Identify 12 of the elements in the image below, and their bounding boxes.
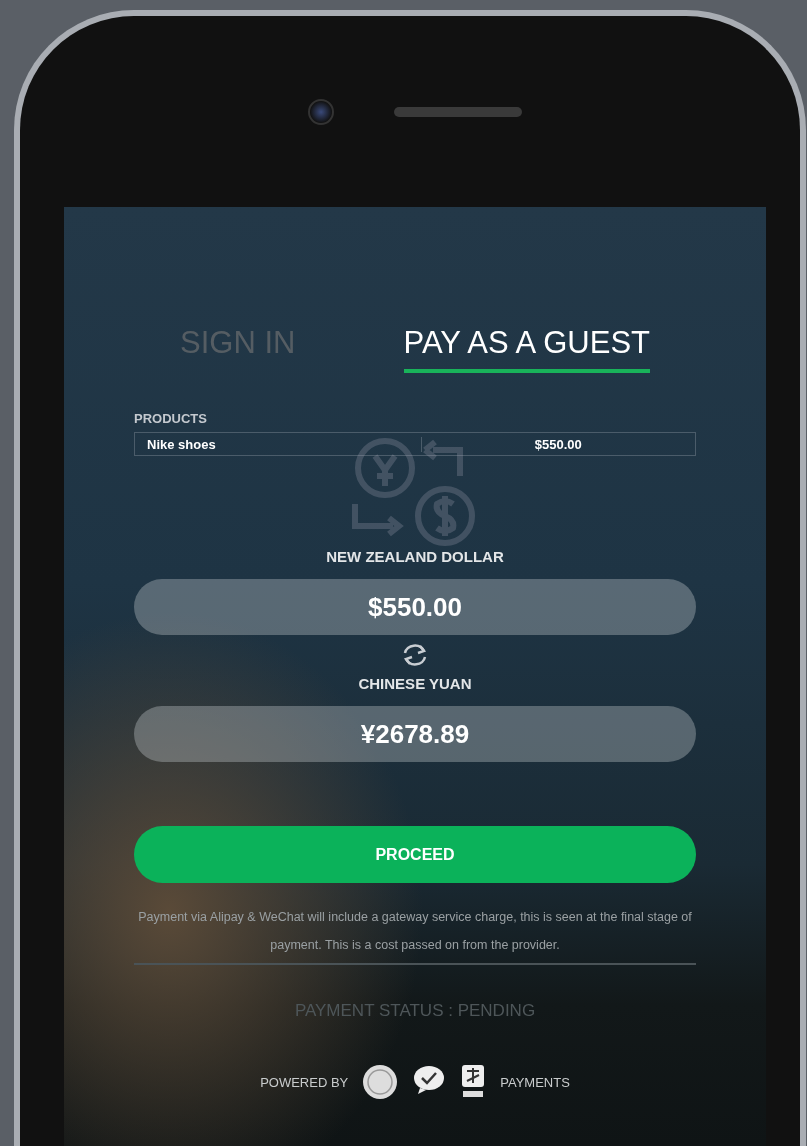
amount-field[interactable]: $550.00: [134, 579, 696, 635]
products-heading: PRODUCTS: [134, 411, 208, 426]
amount-field[interactable]: ¥2678.89: [134, 706, 696, 762]
currency-label: NEW ZEALAND DOLLAR: [325, 548, 505, 565]
product-price: $550.00: [420, 436, 695, 452]
gateway-charge-note: Payment via Alipay & WeChat will include a gateway service charge, this is seen at the final stage of payment. This is a cost passed on from the provider.: [137, 909, 693, 954]
payment-status: PAYMENT STATUS : PENDING: [293, 1001, 537, 1021]
product-name: Nike shoes: [146, 436, 217, 452]
currency-label: CHINESE YUAN: [357, 675, 473, 692]
payments-label: PAYMENTS: [500, 1074, 570, 1090]
powered-by-label: POWERED BY: [260, 1074, 349, 1090]
tab[interactable]: PAY AS A GUEST: [403, 325, 650, 373]
